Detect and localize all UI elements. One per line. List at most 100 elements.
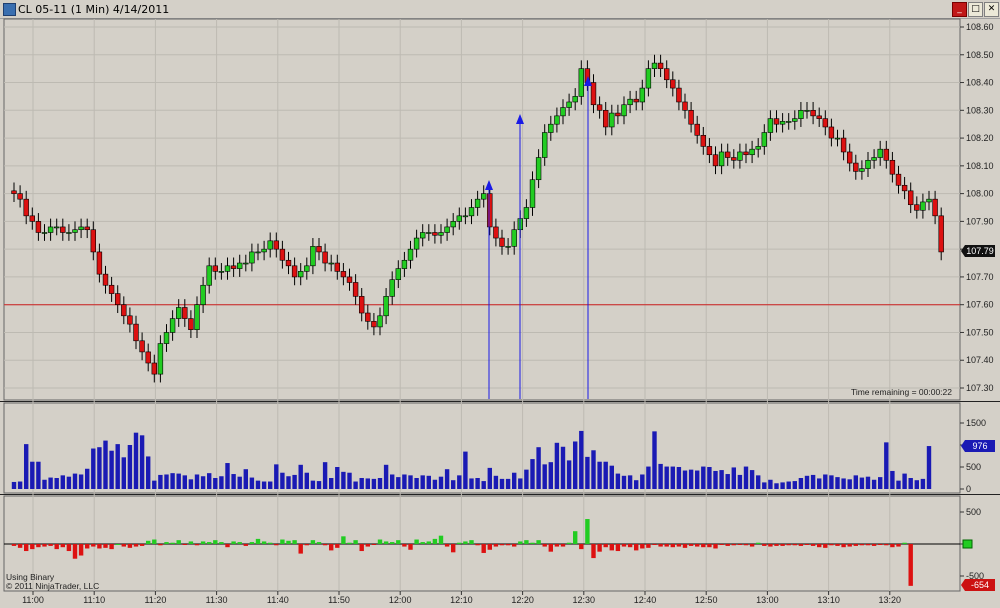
delta-bar bbox=[762, 544, 767, 546]
delta-bar bbox=[810, 544, 816, 546]
delta-bar bbox=[737, 544, 743, 545]
volume-bar bbox=[481, 481, 486, 489]
volume-bar bbox=[335, 467, 340, 489]
delta-bar bbox=[841, 544, 846, 548]
delta-bar bbox=[66, 544, 72, 552]
delta-bar bbox=[682, 544, 688, 548]
delta-bar bbox=[890, 544, 895, 548]
price-tick-label: 108.10 bbox=[966, 161, 994, 171]
delta-bar bbox=[310, 540, 316, 544]
volume-bar bbox=[890, 470, 895, 489]
delta-bar bbox=[670, 544, 675, 548]
volume-bar bbox=[505, 478, 511, 489]
volume-bar bbox=[97, 447, 102, 489]
delta-bar bbox=[713, 544, 718, 549]
volume-bar bbox=[658, 463, 663, 489]
price-tick-label: 107.90 bbox=[966, 216, 994, 226]
volume-bar bbox=[695, 470, 700, 489]
delta-bar bbox=[585, 519, 590, 544]
volume-bar bbox=[152, 480, 157, 489]
time-tick-label: 12:30 bbox=[573, 595, 596, 605]
time-tick-label: 11:10 bbox=[83, 595, 105, 605]
delta-bar bbox=[243, 544, 248, 546]
delta-bar bbox=[383, 541, 389, 544]
delta-bar bbox=[268, 542, 273, 544]
delta-bar bbox=[139, 544, 145, 546]
delta-bar bbox=[774, 544, 779, 546]
volume-bar bbox=[823, 474, 828, 489]
price-panel[interactable] bbox=[3, 18, 961, 401]
delta-bar bbox=[786, 544, 791, 546]
delta-bar bbox=[823, 544, 828, 548]
delta-bar bbox=[30, 544, 35, 550]
delta-bar bbox=[213, 540, 218, 544]
volume-bar bbox=[926, 446, 932, 489]
delta-bar bbox=[42, 544, 47, 547]
volume-bar bbox=[60, 475, 65, 489]
volume-bar bbox=[774, 483, 779, 489]
volume-bar bbox=[268, 481, 273, 489]
volume-bar bbox=[347, 472, 352, 489]
volume-bar bbox=[499, 478, 505, 489]
delta-bar bbox=[792, 544, 797, 546]
time-tick-label: 11:30 bbox=[206, 595, 228, 605]
time-tick-label: 11:40 bbox=[267, 595, 289, 605]
time-tick-label: 12:20 bbox=[511, 595, 534, 605]
delta-bar bbox=[280, 539, 285, 544]
footer-copyright: © 2011 NinjaTrader, LLC bbox=[6, 581, 99, 591]
volume-bar bbox=[701, 466, 706, 489]
delta-bar bbox=[548, 544, 553, 552]
volume-bar bbox=[176, 473, 181, 489]
delta-bar bbox=[146, 540, 151, 544]
delta-bar bbox=[560, 544, 566, 547]
volume-bar bbox=[615, 473, 621, 489]
volume-bar bbox=[261, 481, 267, 489]
delta-bar bbox=[524, 540, 529, 544]
delta-bar bbox=[261, 541, 267, 544]
chart-canvas[interactable]: 108.60 108.50 108.40 108.30 108.20 108.10 108.… bbox=[0, 0, 1000, 608]
volume-tick-label: 1500 bbox=[966, 418, 986, 428]
volume-bar bbox=[109, 450, 114, 489]
delta-bar bbox=[853, 544, 858, 546]
volume-bar bbox=[280, 472, 285, 489]
delta-bar bbox=[17, 544, 23, 548]
time-tick-label: 13:10 bbox=[817, 595, 840, 605]
delta-bar bbox=[579, 544, 584, 550]
volume-bar bbox=[493, 475, 499, 489]
volume-bar bbox=[670, 466, 675, 489]
volume-bar bbox=[554, 442, 560, 489]
volume-bar bbox=[542, 464, 547, 489]
volume-axis: 150010005000 bbox=[960, 418, 986, 494]
delta-bar bbox=[457, 542, 462, 544]
delta-bar bbox=[731, 544, 736, 546]
volume-bar bbox=[91, 448, 96, 489]
delta-bar bbox=[829, 544, 834, 546]
delta-bar bbox=[420, 542, 425, 544]
volume-bar bbox=[438, 476, 444, 489]
volume-bar bbox=[188, 479, 194, 489]
volume-bar bbox=[274, 464, 279, 489]
delta-bar bbox=[231, 541, 236, 544]
volume-bar bbox=[255, 480, 261, 489]
volume-bar bbox=[36, 461, 41, 489]
volume-bar bbox=[304, 472, 309, 489]
delta-bar bbox=[591, 544, 596, 559]
volume-bar bbox=[469, 478, 474, 489]
volume-bar bbox=[566, 460, 572, 489]
delta-bar bbox=[798, 544, 804, 546]
volume-bar bbox=[11, 481, 17, 489]
delta-bar bbox=[353, 540, 358, 544]
price-tick-label: 107.70 bbox=[966, 272, 994, 282]
volume-bar bbox=[249, 477, 255, 489]
delta-bar bbox=[902, 542, 907, 544]
volume-bar bbox=[896, 480, 901, 489]
volume-bar bbox=[579, 430, 584, 489]
delta-bar bbox=[164, 542, 169, 544]
volume-bar bbox=[640, 474, 645, 489]
delta-bar bbox=[530, 542, 535, 544]
delta-bar bbox=[322, 544, 328, 546]
volume-bar bbox=[536, 447, 541, 489]
volume-bar bbox=[871, 479, 877, 489]
delta-bar bbox=[158, 544, 163, 546]
volume-bar bbox=[627, 475, 633, 489]
